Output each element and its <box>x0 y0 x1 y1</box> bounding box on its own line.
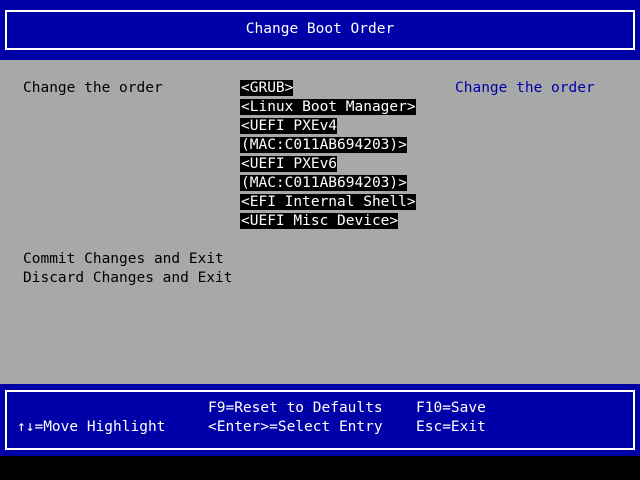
boot-option-label: <UEFI PXEv4 <box>240 118 338 134</box>
boot-option-label: (MAC:C011AB694203)> <box>240 175 407 191</box>
enter-select-hint: <Enter>=Select Entry <box>208 419 383 435</box>
f9-reset-hint: F9=Reset to Defaults <box>208 400 383 416</box>
boot-option-uefi-pxev6[interactable]: <UEFI PXEv6 <box>240 155 410 174</box>
boot-order-list[interactable]: <GRUB> <Linux Boot Manager> <UEFI PXEv4 … <box>240 79 416 231</box>
boot-option-label: (MAC:C011AB694203)> <box>240 137 407 153</box>
boot-option-uefi-pxev6-mac[interactable]: (MAC:C011AB694203)> <box>240 174 410 193</box>
bios-screen: Change Boot Order Change the order <GRUB… <box>0 0 640 480</box>
boot-option-label: <Linux Boot Manager> <box>240 99 416 115</box>
move-highlight-hint: ↑↓=Move Highlight <box>17 419 166 435</box>
bottom-border <box>0 456 640 480</box>
boot-option-uefi-pxev4-mac[interactable]: (MAC:C011AB694203)> <box>240 136 410 155</box>
title-frame: Change Boot Order <box>5 10 635 50</box>
f10-save-hint: F10=Save <box>416 400 486 416</box>
page-title: Change Boot Order <box>245 21 395 37</box>
help-text: Change the order <box>455 80 595 96</box>
main-area: Change the order <GRUB> <Linux Boot Mana… <box>0 60 640 384</box>
boot-option-label: <GRUB> <box>240 80 294 96</box>
boot-option-efi-internal-shell[interactable]: <EFI Internal Shell> <box>240 193 416 212</box>
commit-changes-and-exit[interactable]: Commit Changes and Exit <box>23 250 224 269</box>
change-order-label: Change the order <box>23 80 163 96</box>
boot-option-label: <UEFI Misc Device> <box>240 213 399 229</box>
boot-option-grub[interactable]: <GRUB> <box>240 79 410 98</box>
boot-option-label: <UEFI PXEv6 <box>240 156 338 172</box>
title-bar: Change Boot Order <box>0 0 640 60</box>
boot-option-label: <EFI Internal Shell> <box>240 194 416 210</box>
boot-option-uefi-misc-device[interactable]: <UEFI Misc Device> <box>240 212 410 231</box>
footer-bar: F9=Reset to Defaults F10=Save ↑↓=Move Hi… <box>0 384 640 456</box>
discard-changes-and-exit[interactable]: Discard Changes and Exit <box>23 269 233 288</box>
boot-option-uefi-pxev4[interactable]: <UEFI PXEv4 <box>240 117 410 136</box>
esc-exit-hint: Esc=Exit <box>416 419 486 435</box>
footer-frame: F9=Reset to Defaults F10=Save ↑↓=Move Hi… <box>5 390 635 450</box>
boot-option-linux-boot-manager[interactable]: <Linux Boot Manager> <box>240 98 416 117</box>
